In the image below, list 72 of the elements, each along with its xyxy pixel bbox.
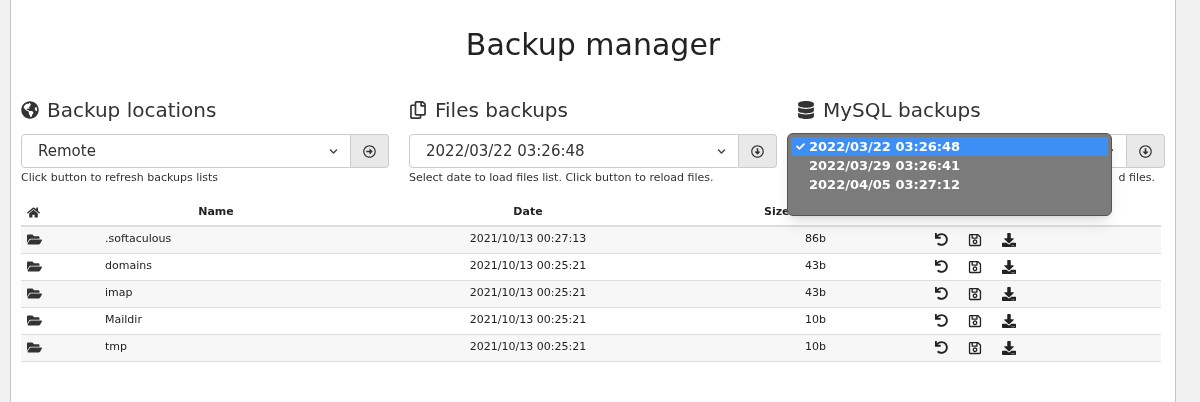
download-button[interactable]	[1002, 259, 1016, 274]
home-icon	[27, 206, 40, 219]
folder-icon	[27, 340, 42, 355]
column-header: Date	[513, 204, 543, 221]
refresh-button[interactable]	[1127, 134, 1165, 168]
restore-button[interactable]	[935, 314, 948, 327]
section-heading: Backup locations	[47, 97, 217, 124]
table-cell: 10b	[805, 313, 826, 327]
table-cell: 43b	[805, 286, 826, 300]
chevron-down-icon	[717, 146, 726, 156]
download-icon	[1002, 340, 1016, 355]
download-button[interactable]	[1002, 286, 1016, 301]
refresh-button[interactable]	[739, 134, 777, 168]
undo-icon	[935, 260, 948, 273]
database-icon	[797, 101, 815, 119]
restore-button[interactable]	[935, 260, 948, 273]
select-field[interactable]: 2022/03/22 03:26:48	[409, 134, 739, 168]
helper-text: Select date to load files list. Click button to reload files.	[409, 170, 714, 186]
column-header: Name	[198, 204, 234, 221]
globe-icon	[21, 101, 39, 119]
file-name[interactable]: .softaculous	[105, 232, 172, 246]
section-heading: MySQL backups	[823, 97, 981, 124]
dropdown-option[interactable]: 2022/04/05 03:27:12	[791, 175, 1108, 194]
save-button[interactable]	[968, 232, 982, 247]
save-button[interactable]	[968, 259, 982, 274]
restore-button[interactable]	[935, 341, 948, 354]
save-button[interactable]	[968, 313, 982, 328]
section-heading: Files backups	[435, 97, 568, 124]
table-cell: 86b	[805, 232, 826, 246]
helper-text: d files.	[1118, 170, 1155, 186]
copy-icon	[409, 101, 427, 119]
circle-arrow-right-icon	[363, 144, 376, 158]
table-cell: 2021/10/13 00:25:21	[469, 339, 587, 356]
chevron-down-icon	[329, 146, 338, 156]
helper-text: Click button to refresh backups lists	[21, 170, 219, 186]
restore-button[interactable]	[935, 233, 948, 246]
file-name[interactable]: imap	[105, 286, 133, 300]
table-cell: 43b	[805, 259, 826, 273]
download-icon	[1002, 259, 1016, 274]
undo-icon	[935, 341, 948, 354]
folder-icon	[27, 313, 42, 328]
download-button[interactable]	[1002, 313, 1016, 328]
download-icon	[1002, 286, 1016, 301]
undo-icon	[935, 287, 948, 300]
select-field[interactable]: Remote	[21, 134, 351, 168]
table-cell: 2021/10/13 00:25:21	[469, 258, 587, 275]
download-icon	[1002, 313, 1016, 328]
checkmark-icon	[795, 142, 805, 151]
folder-icon	[27, 286, 42, 301]
save-button[interactable]	[968, 286, 982, 301]
table-cell: 10b	[805, 340, 826, 354]
table-cell: 2021/10/13 00:25:21	[469, 285, 587, 302]
undo-icon	[935, 314, 948, 327]
folder-icon	[27, 259, 42, 274]
folder-icon	[27, 232, 42, 247]
save-button[interactable]	[968, 340, 982, 355]
download-button[interactable]	[1002, 232, 1016, 247]
column-header: Size	[764, 204, 790, 221]
page-title: Backup manager	[465, 26, 721, 64]
refresh-button[interactable]	[351, 134, 389, 168]
download-icon	[1002, 232, 1016, 247]
file-name[interactable]: domains	[105, 259, 152, 273]
file-name[interactable]: Maildir	[105, 313, 142, 327]
restore-button[interactable]	[935, 287, 948, 300]
file-name[interactable]: tmp	[105, 340, 127, 354]
table-cell: 2021/10/13 00:25:21	[469, 312, 587, 329]
undo-icon	[935, 233, 948, 246]
dropdown-option[interactable]: 2022/03/29 03:26:41	[791, 156, 1108, 175]
table-cell: 2021/10/13 00:27:13	[469, 231, 587, 248]
download-button[interactable]	[1002, 340, 1016, 355]
circle-arrow-down-icon	[1139, 144, 1152, 158]
circle-arrow-down-icon	[751, 144, 764, 158]
